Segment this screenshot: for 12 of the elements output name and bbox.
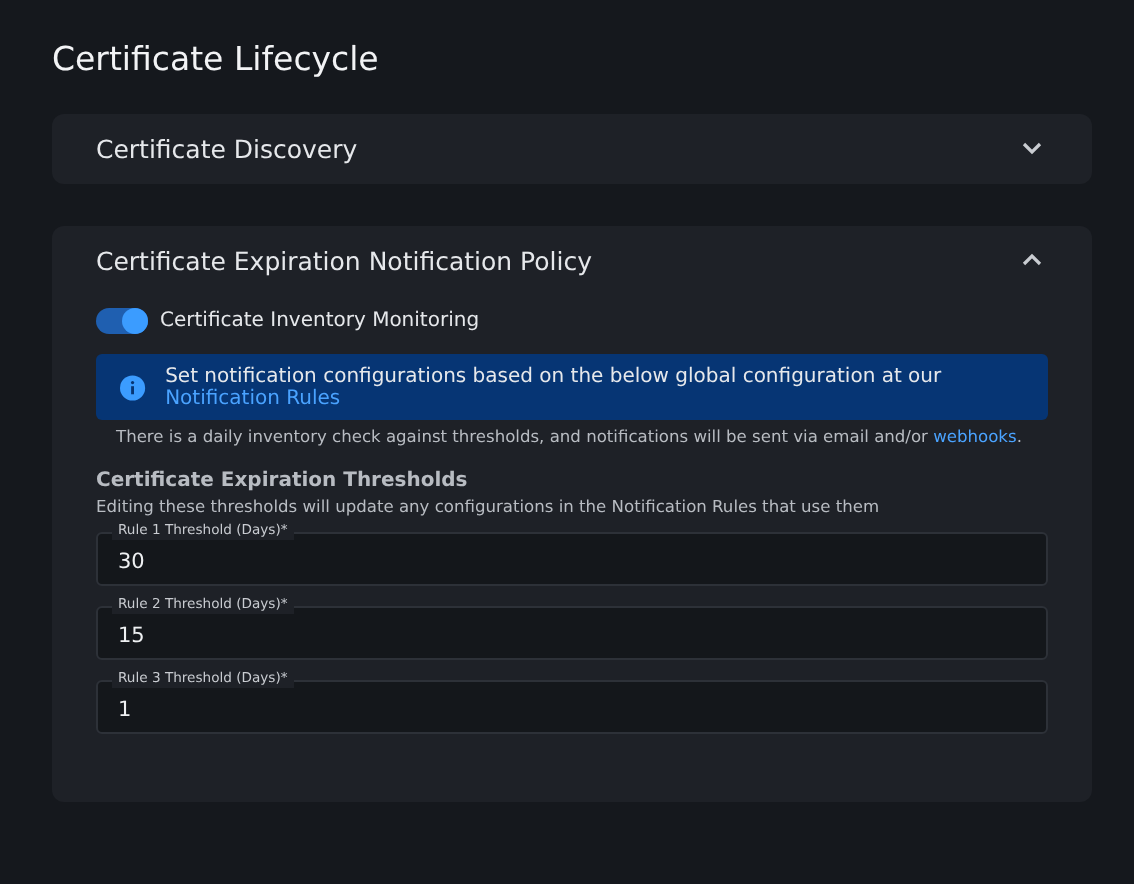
thresholds-heading: Certificate Expiration Thresholds — [96, 470, 470, 492]
inventory-note: There is a daily inventory check against thresholds, and notifications will be sent via email and/or webhooks. — [116, 426, 1024, 446]
section-title[interactable]: Certificate Discovery — [96, 134, 358, 164]
toggle-label: Certificate Inventory Monitoring — [160, 310, 480, 332]
notification-rules-link[interactable]: Notification Rules — [165, 387, 341, 409]
info-icon — [120, 373, 146, 401]
section-title[interactable]: Certificate Expiration Notification Policy — [96, 246, 592, 276]
banner-text: Set notification configurations based on the below global configuration at our Notification Rules — [165, 365, 944, 409]
webhooks-link[interactable]: webhooks — [933, 426, 1017, 446]
thresholds-description: Editing these thresholds will update any configurations in the Notification Rules that use them — [96, 496, 882, 516]
page-title: Certificate Lifecycle — [52, 40, 381, 78]
toggle-switch[interactable] — [96, 308, 148, 334]
